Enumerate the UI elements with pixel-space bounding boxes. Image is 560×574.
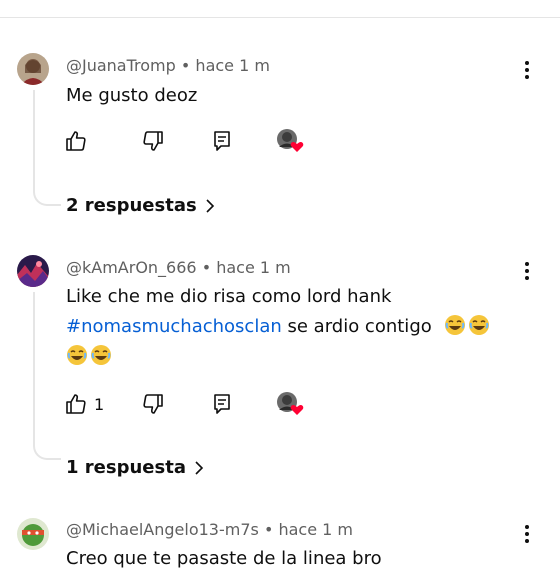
more-options-button[interactable]: [520, 59, 534, 81]
laughing-emoji-icon: [67, 345, 87, 365]
dislike-icon: [143, 394, 163, 414]
comment-actions: [64, 128, 324, 154]
dislike-button[interactable]: [141, 128, 165, 154]
meta-separator: •: [263, 520, 279, 539]
more-options-button[interactable]: [520, 523, 534, 545]
comment-time: hace 1 m: [195, 56, 270, 75]
like-icon: [66, 131, 86, 151]
creator-heart: [276, 128, 306, 154]
comment-text: Creo que te pasaste de la linea bro: [66, 548, 382, 569]
like-button[interactable]: [64, 128, 94, 154]
like-icon: [66, 394, 86, 414]
reply-button[interactable]: [210, 391, 234, 417]
meta-separator: •: [180, 56, 196, 75]
laughing-emoji-icon: [468, 315, 489, 335]
creator-heart-icon: [277, 129, 304, 152]
dislike-icon: [143, 131, 163, 151]
more-vert-icon: [525, 262, 529, 280]
chevron-right-icon: [206, 198, 214, 213]
avatar[interactable]: [17, 53, 49, 85]
view-replies-button[interactable]: 1 respuesta: [66, 457, 204, 478]
comment-actions: 1: [64, 391, 324, 417]
creator-heart-icon: [277, 392, 304, 415]
replies-label: 2 respuestas: [66, 195, 197, 216]
like-count: 1: [94, 394, 105, 414]
author-name[interactable]: @MichaelAngelo13-m7s: [66, 520, 259, 539]
comment-meta: @MichaelAngelo13-m7s • hace 1 m: [66, 520, 353, 539]
comment-text-line: Like che me dio risa como lord hank: [66, 286, 392, 307]
comment-text: Like che me dio risa como lord hank #nom…: [66, 282, 516, 372]
comment-meta: @kAmArOn_666 • hace 1 m: [66, 258, 291, 277]
replies-label: 1 respuesta: [66, 457, 186, 478]
chevron-right-icon: [195, 460, 204, 475]
comment-text: Me gusto deoz: [66, 85, 198, 106]
comment-text-line: [66, 342, 516, 372]
dislike-button[interactable]: [141, 391, 165, 417]
hashtag-link[interactable]: #nomasmuchachosclan: [66, 316, 282, 337]
author-name[interactable]: @JuanaTromp: [66, 56, 176, 75]
comment-text-line: #nomasmuchachosclan se ardio contigo: [66, 312, 516, 342]
more-vert-icon: [525, 525, 529, 543]
creator-heart: [276, 391, 306, 417]
comment-time: hace 1 m: [278, 520, 353, 539]
reply-icon: [214, 131, 230, 151]
reply-icon: [214, 394, 230, 414]
thread-line: [33, 292, 61, 460]
comment-meta: @JuanaTromp • hace 1 m: [66, 56, 270, 75]
avatar[interactable]: [17, 255, 49, 287]
top-divider: [0, 17, 560, 18]
laughing-emoji-icon: [91, 345, 111, 365]
like-button[interactable]: 1: [64, 391, 104, 417]
view-replies-button[interactable]: 2 respuestas: [66, 195, 215, 216]
comment-time: hace 1 m: [216, 258, 291, 277]
more-options-button[interactable]: [520, 260, 534, 282]
thread-line: [33, 90, 61, 206]
avatar[interactable]: [17, 518, 49, 550]
author-name[interactable]: @kAmArOn_666: [66, 258, 197, 277]
reply-button[interactable]: [210, 128, 234, 154]
more-vert-icon: [525, 61, 529, 79]
meta-separator: •: [201, 258, 217, 277]
comment-text-fragment: se ardio contigo: [281, 316, 432, 337]
laughing-emoji-icon: [444, 315, 465, 335]
